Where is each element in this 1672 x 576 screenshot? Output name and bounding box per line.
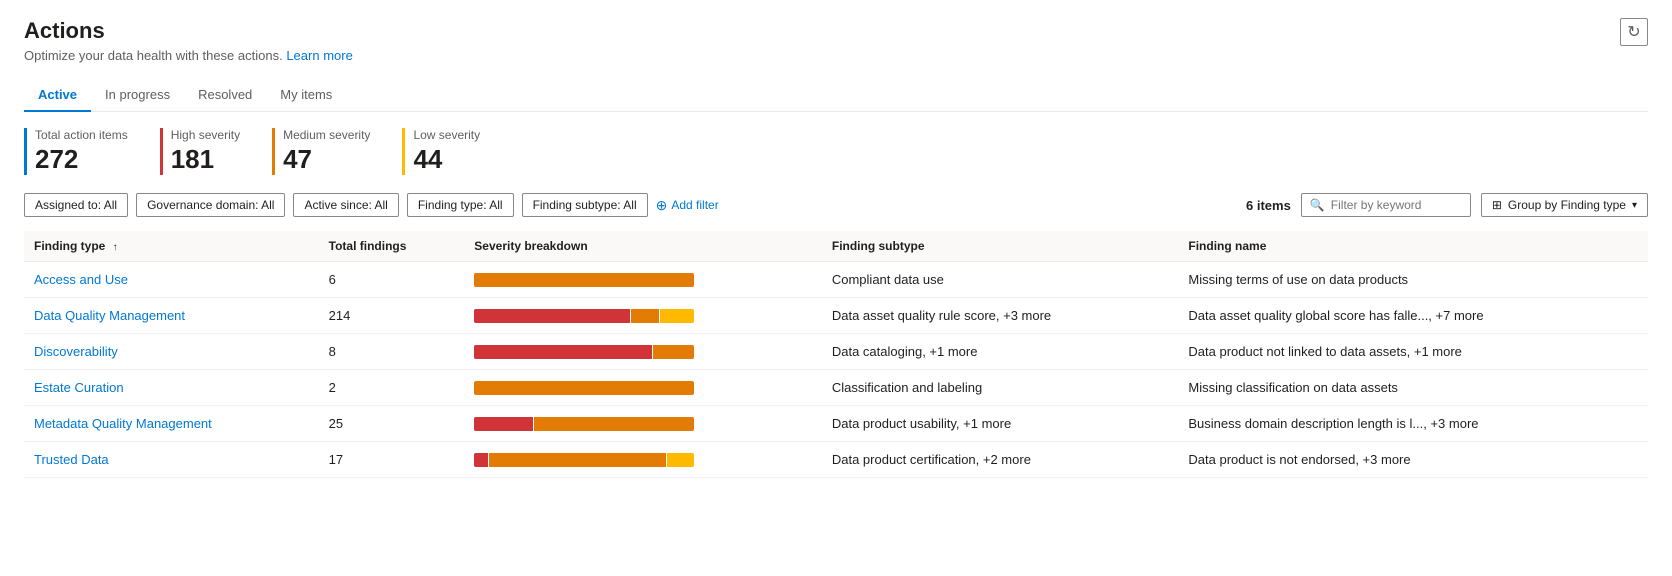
chevron-down-icon: ▾ bbox=[1632, 200, 1637, 211]
finding-type-link[interactable]: Access and Use bbox=[34, 272, 128, 287]
finding-type-link[interactable]: Estate Curation bbox=[34, 380, 124, 395]
finding-type-cell: Data Quality Management bbox=[24, 298, 319, 334]
col-finding-type[interactable]: Finding type ↑ bbox=[24, 231, 319, 262]
group-by-icon: ⊞ bbox=[1492, 198, 1502, 212]
add-filter-icon: ⊕ bbox=[656, 197, 668, 214]
metric-low: Low severity 44 bbox=[402, 128, 480, 175]
bar-orange bbox=[474, 273, 694, 287]
bar-red bbox=[474, 417, 532, 431]
finding-type-cell: Discoverability bbox=[24, 334, 319, 370]
add-filter-button[interactable]: ⊕ Add filter bbox=[656, 197, 719, 214]
bar-red bbox=[474, 345, 652, 359]
severity-breakdown-cell bbox=[464, 442, 822, 478]
finding-type-link[interactable]: Trusted Data bbox=[34, 452, 109, 467]
tab-in-progress[interactable]: In progress bbox=[91, 79, 184, 112]
bar-orange bbox=[534, 417, 695, 431]
filter-finding-type[interactable]: Finding type: All bbox=[407, 193, 514, 217]
items-count: 6 items bbox=[1246, 198, 1291, 213]
bar-red bbox=[474, 309, 630, 323]
finding-subtype-cell: Data cataloging, +1 more bbox=[822, 334, 1179, 370]
metric-total: Total action items 272 bbox=[24, 128, 128, 175]
filter-assigned-to[interactable]: Assigned to: All bbox=[24, 193, 128, 217]
tab-bar: Active In progress Resolved My items bbox=[24, 79, 1648, 112]
finding-subtype-cell: Data product usability, +1 more bbox=[822, 406, 1179, 442]
col-total-findings: Total findings bbox=[319, 231, 465, 262]
table-row: Metadata Quality Management 25 Data prod… bbox=[24, 406, 1648, 442]
bar-red bbox=[474, 453, 488, 467]
severity-breakdown-cell bbox=[464, 262, 822, 298]
table-row: Access and Use 6 Compliant data use Miss… bbox=[24, 262, 1648, 298]
tab-active[interactable]: Active bbox=[24, 79, 91, 112]
page-subtitle: Optimize your data health with these act… bbox=[24, 48, 1648, 63]
total-findings-cell: 17 bbox=[319, 442, 465, 478]
finding-subtype-cell: Data asset quality rule score, +3 more bbox=[822, 298, 1179, 334]
finding-name-cell: Missing classification on data assets bbox=[1178, 370, 1648, 406]
filter-finding-subtype[interactable]: Finding subtype: All bbox=[522, 193, 648, 217]
total-findings-cell: 8 bbox=[319, 334, 465, 370]
tab-resolved[interactable]: Resolved bbox=[184, 79, 266, 112]
finding-name-cell: Data product not linked to data assets, … bbox=[1178, 334, 1648, 370]
table-row: Discoverability 8 Data cataloging, +1 mo… bbox=[24, 334, 1648, 370]
finding-subtype-cell: Data product certification, +2 more bbox=[822, 442, 1179, 478]
total-findings-cell: 6 bbox=[319, 262, 465, 298]
metrics-bar: Total action items 272 High severity 181… bbox=[24, 128, 1648, 175]
col-finding-subtype: Finding subtype bbox=[822, 231, 1179, 262]
finding-type-link[interactable]: Metadata Quality Management bbox=[34, 416, 212, 431]
total-findings-cell: 214 bbox=[319, 298, 465, 334]
finding-name-cell: Data asset quality global score has fall… bbox=[1178, 298, 1648, 334]
finding-type-cell: Metadata Quality Management bbox=[24, 406, 319, 442]
finding-type-cell: Access and Use bbox=[24, 262, 319, 298]
finding-name-cell: Data product is not endorsed, +3 more bbox=[1178, 442, 1648, 478]
tab-my-items[interactable]: My items bbox=[266, 79, 346, 112]
total-findings-cell: 2 bbox=[319, 370, 465, 406]
severity-breakdown-cell bbox=[464, 298, 822, 334]
filter-bar: Assigned to: All Governance domain: All … bbox=[24, 193, 1648, 217]
table-row: Data Quality Management 214 Data asset q… bbox=[24, 298, 1648, 334]
page-title: Actions bbox=[24, 18, 1648, 44]
finding-type-link[interactable]: Discoverability bbox=[34, 344, 118, 359]
table-row: Estate Curation 2 Classification and lab… bbox=[24, 370, 1648, 406]
bar-orange bbox=[631, 309, 659, 323]
col-finding-name: Finding name bbox=[1178, 231, 1648, 262]
bar-orange bbox=[653, 345, 694, 359]
group-by-button[interactable]: ⊞ Group by Finding type ▾ bbox=[1481, 193, 1648, 217]
search-input[interactable] bbox=[1331, 198, 1462, 212]
refresh-button[interactable]: ↻ bbox=[1620, 18, 1648, 46]
finding-subtype-cell: Classification and labeling bbox=[822, 370, 1179, 406]
finding-name-cell: Business domain description length is l.… bbox=[1178, 406, 1648, 442]
finding-subtype-cell: Compliant data use bbox=[822, 262, 1179, 298]
bar-orange bbox=[474, 381, 694, 395]
severity-breakdown-cell bbox=[464, 334, 822, 370]
finding-type-cell: Trusted Data bbox=[24, 442, 319, 478]
search-box[interactable]: 🔍 bbox=[1301, 193, 1471, 217]
table-row: Trusted Data 17 Data product certificati… bbox=[24, 442, 1648, 478]
finding-name-cell: Missing terms of use on data products bbox=[1178, 262, 1648, 298]
filter-active-since[interactable]: Active since: All bbox=[293, 193, 398, 217]
sort-asc-icon: ↑ bbox=[113, 242, 118, 253]
bar-yellow bbox=[660, 309, 694, 323]
filter-governance-domain[interactable]: Governance domain: All bbox=[136, 193, 285, 217]
severity-breakdown-cell bbox=[464, 370, 822, 406]
metric-high: High severity 181 bbox=[160, 128, 240, 175]
severity-breakdown-cell bbox=[464, 406, 822, 442]
finding-type-link[interactable]: Data Quality Management bbox=[34, 308, 185, 323]
learn-more-link[interactable]: Learn more bbox=[286, 48, 352, 63]
findings-table: Finding type ↑ Total findings Severity b… bbox=[24, 231, 1648, 478]
total-findings-cell: 25 bbox=[319, 406, 465, 442]
search-icon: 🔍 bbox=[1310, 198, 1325, 212]
bar-yellow bbox=[667, 453, 694, 467]
bar-orange bbox=[489, 453, 666, 467]
metric-medium: Medium severity 47 bbox=[272, 128, 370, 175]
finding-type-cell: Estate Curation bbox=[24, 370, 319, 406]
col-severity-breakdown: Severity breakdown bbox=[464, 231, 822, 262]
